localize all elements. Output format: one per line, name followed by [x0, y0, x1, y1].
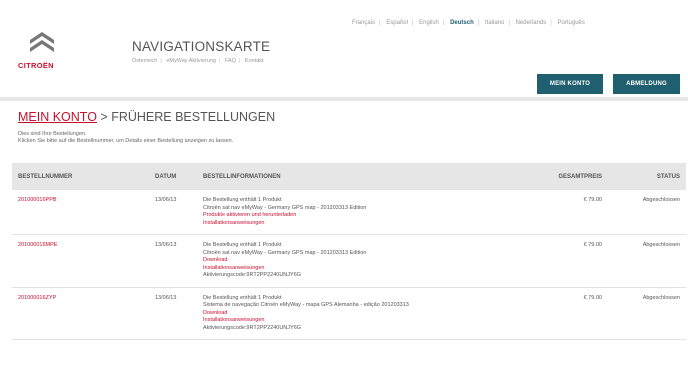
order-number-cell: 201000016ZYP: [12, 287, 149, 340]
subnav-contact[interactable]: Kontakt: [245, 58, 264, 64]
table-row: 201000016PPB 13/06/13 Die Bestellung ent…: [12, 190, 686, 235]
subnav-country[interactable]: Österreich: [132, 58, 157, 64]
lang-link-fr[interactable]: Français: [352, 20, 375, 26]
order-number-cell: 201000016MPE: [12, 234, 149, 288]
activation-code: Aktivierungscode:9RT2PP2240UNJY6G: [203, 272, 302, 278]
order-number-cell: 201000016PPB: [12, 190, 149, 235]
citroen-logo[interactable]: CITROËN: [12, 26, 72, 72]
table-row: 201000016MPE 13/06/13 Die Bestellung ent…: [12, 234, 686, 288]
header-divider: [0, 97, 688, 101]
separator: |: [550, 20, 552, 26]
order-date: 13/06/13: [149, 234, 197, 288]
order-number-link[interactable]: 201000016PPB: [18, 197, 57, 203]
page-title: MEIN KONTO > FRÜHERE BESTELLUNGEN: [18, 110, 275, 124]
order-info-line: Die Bestellung enthält 1 Produkt: [203, 294, 282, 301]
lang-link-en[interactable]: English: [419, 20, 439, 26]
sub-navigation: Österreich | eMyWay Aktivierung | FAQ | Kon…: [132, 58, 264, 64]
order-info-cell: Die Bestellung enthält 1 Produkt Citroën…: [197, 190, 526, 235]
installation-instructions-link[interactable]: Installationsanweisungen: [203, 220, 520, 228]
download-link[interactable]: Download: [203, 310, 520, 318]
download-link[interactable]: Download: [203, 257, 520, 265]
separator: |: [411, 20, 414, 26]
logo-wordmark: CITROËN: [18, 61, 54, 70]
order-info-line: Die Bestellung enthält 1 Produkt: [203, 197, 282, 203]
order-price: € 79.00: [526, 234, 608, 288]
table-header-row: BESTELLNUMMER DATUM BESTELLINFORMATIONEN…: [12, 163, 686, 190]
breadcrumb-current: FRÜHERE BESTELLUNGEN: [111, 110, 276, 124]
header-status: STATUS: [608, 163, 686, 190]
lang-link-de[interactable]: Deutsch: [450, 20, 474, 26]
separator: |: [508, 20, 510, 26]
separator: |: [379, 20, 381, 26]
breadcrumb-account-link[interactable]: MEIN KONTO: [18, 110, 97, 124]
installation-instructions-link[interactable]: Installationsanweisungen: [203, 265, 520, 273]
lang-link-pt[interactable]: Português: [558, 20, 585, 26]
double-chevron-icon: [30, 32, 54, 52]
installation-instructions-link[interactable]: Installationsanweisungen: [203, 317, 520, 325]
site-title: NAVIGATIONSKARTE: [132, 39, 271, 54]
order-info-cell: Die Bestellung enthält 1 Produkt Citroën…: [197, 234, 526, 288]
orders-table: BESTELLNUMMER DATUM BESTELLINFORMATIONEN…: [12, 163, 686, 340]
intro-line: Dies sind Ihre Bestellungen.: [18, 131, 87, 137]
order-status: Abgeschlossen: [608, 287, 686, 340]
intro-line: Klicken Sie bitte auf die Bestellnummer,…: [18, 138, 234, 144]
lang-link-nl[interactable]: Nederlands: [516, 20, 547, 26]
order-date: 13/06/13: [149, 190, 197, 235]
order-status: Abgeschlossen: [608, 234, 686, 288]
order-info-line: Die Bestellung enthält 1 Produkt: [203, 242, 282, 248]
activate-download-link[interactable]: Produkte aktivieren und herunterladen: [203, 212, 520, 220]
table-row: 201000016ZYP 13/06/13 Die Bestellung ent…: [12, 287, 686, 340]
lang-link-es[interactable]: Español: [386, 20, 408, 26]
order-date: 13/06/13: [149, 287, 197, 340]
separator: |: [218, 58, 221, 64]
order-info-cell: Die Bestellung enthält 1 Produkt Sistema…: [197, 287, 526, 340]
separator: |: [477, 20, 480, 26]
header-order-number: BESTELLNUMMER: [12, 163, 149, 190]
separator: |: [160, 58, 162, 64]
header-date: DATUM: [149, 163, 197, 190]
order-number-link[interactable]: 201000016ZYP: [18, 295, 56, 301]
lang-link-it[interactable]: Italiano: [485, 20, 504, 26]
order-price: € 79.00: [526, 287, 608, 340]
my-account-button[interactable]: MEIN KONTO: [537, 74, 603, 94]
logout-button[interactable]: ABMELDUNG: [613, 74, 680, 94]
product-name: Sistema de navegação Citroën eMyWay - ma…: [203, 302, 409, 308]
activation-code: Aktivierungscode:9RT2PP2240UNJY6G: [203, 324, 302, 331]
subnav-faq[interactable]: FAQ: [225, 58, 236, 64]
breadcrumb-separator: >: [96, 110, 112, 124]
header-order-info: BESTELLINFORMATIONEN: [197, 163, 526, 190]
intro-text: Dies sind Ihre Bestellungen. Klicken Sie…: [18, 131, 233, 145]
language-bar: Français | Español | English | Deutsch | Ita…: [352, 20, 585, 26]
order-status: Abgeschlossen: [608, 190, 686, 235]
product-name: Citroën sat nav eMyWay - Germany GPS map…: [203, 204, 367, 211]
subnav-activation[interactable]: eMyWay Aktivierung: [166, 58, 216, 64]
header-total-price: GESAMTPREIS: [526, 163, 608, 190]
order-price: € 79.00: [526, 190, 608, 235]
separator: |: [442, 20, 445, 26]
product-name: Citroën sat nav eMyWay - Germany GPS map…: [203, 249, 367, 256]
separator: |: [238, 58, 241, 64]
order-number-link[interactable]: 201000016MPE: [18, 242, 57, 248]
